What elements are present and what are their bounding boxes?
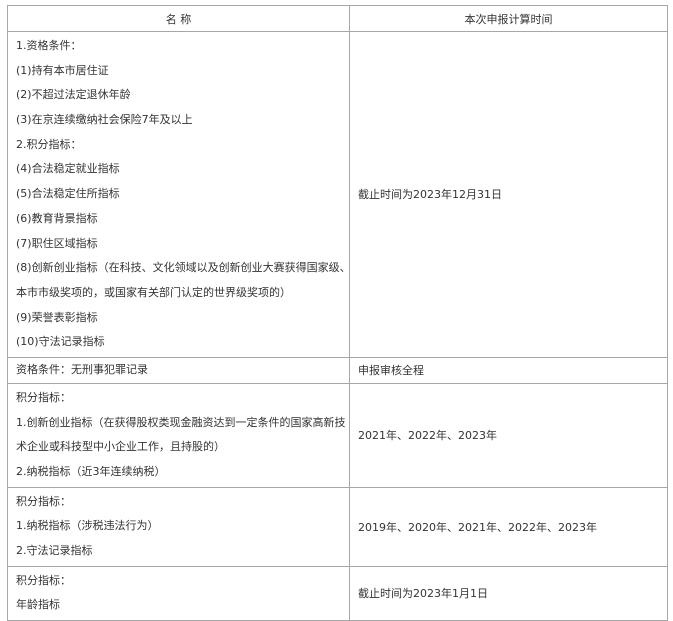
name-line: (2)不超过法定退休年龄 — [16, 88, 131, 102]
time-cell: 2019年、2020年、2021年、2022年、2023年 — [349, 486, 668, 567]
name-line: 1.资格条件： — [16, 39, 82, 52]
name-line: 2.守法记录指标 — [16, 544, 93, 558]
name-line: 术企业或科技型中小企业工作，且持股的） — [16, 440, 225, 454]
name-line: 积分指标： — [16, 573, 71, 587]
name-line: 本市市级奖项的，或国家有关部门认定的世界级奖项的） — [16, 285, 291, 299]
name-line: (8)创新创业指标（在科技、文化领域以及创新创业大赛获得国家级、 — [16, 261, 351, 275]
table-row: 积分指标： 1.创新创业指标（在获得股权类现金融资达到一定条件的国家高新技 术企… — [7, 382, 668, 488]
points-table: 名 称 本次申报计算时间 1.资格条件： (1)持有本市居住证 (2)不超过法定… — [7, 5, 668, 621]
time-cell: 2021年、2022年、2023年 — [349, 382, 668, 488]
name-line: 2.积分指标： — [16, 137, 82, 151]
name-line: 年龄指标 — [16, 598, 60, 612]
name-cell: 资格条件：无刑事犯罪记录 — [7, 356, 350, 384]
name-line: (4)合法稳定就业指标 — [16, 162, 120, 176]
name-line: 资格条件：无刑事犯罪记录 — [16, 363, 148, 377]
name-line: 积分指标： — [16, 390, 71, 404]
header-row: 名 称 本次申报计算时间 — [7, 5, 668, 32]
name-line: 1.纳税指标（涉税违法行为） — [16, 519, 159, 533]
time-cell: 截止时间为2023年12月31日 — [349, 31, 668, 358]
name-line: 积分指标： — [16, 494, 71, 508]
table-row: 积分指标： 1.纳税指标（涉税违法行为） 2.守法记录指标 2019年、2020… — [7, 486, 668, 567]
name-line: (10)守法记录指标 — [16, 335, 105, 349]
table-row: 积分指标： 年龄指标 截止时间为2023年1月1日 — [7, 565, 668, 621]
name-cell: 积分指标： 1.纳税指标（涉税违法行为） 2.守法记录指标 — [7, 486, 350, 567]
table-row: 1.资格条件： (1)持有本市居住证 (2)不超过法定退休年龄 (3)在京连续缴… — [7, 31, 668, 358]
name-line: (9)荣誉表彰指标 — [16, 310, 98, 324]
time-cell: 截止时间为2023年1月1日 — [349, 565, 668, 621]
name-line: (5)合法稳定住所指标 — [16, 187, 120, 201]
header-time: 本次申报计算时间 — [349, 5, 668, 32]
header-name: 名 称 — [7, 5, 350, 32]
name-cell: 积分指标： 1.创新创业指标（在获得股权类现金融资达到一定条件的国家高新技 术企… — [7, 382, 350, 488]
name-line: 1.创新创业指标（在获得股权类现金融资达到一定条件的国家高新技 — [16, 415, 346, 429]
time-cell: 申报审核全程 — [349, 356, 668, 384]
table-row: 资格条件：无刑事犯罪记录 申报审核全程 — [7, 356, 668, 384]
name-line: (3)在京连续缴纳社会保险7年及以上 — [16, 113, 193, 127]
name-line: (1)持有本市居住证 — [16, 63, 109, 77]
name-line: (6)教育背景指标 — [16, 211, 98, 225]
name-line: 2.纳税指标（近3年连续纳税） — [16, 465, 166, 478]
page: 名 称 本次申报计算时间 1.资格条件： (1)持有本市居住证 (2)不超过法定… — [0, 0, 673, 621]
name-cell: 积分指标： 年龄指标 — [7, 565, 350, 621]
name-cell: 1.资格条件： (1)持有本市居住证 (2)不超过法定退休年龄 (3)在京连续缴… — [7, 31, 351, 358]
name-line: (7)职住区域指标 — [16, 236, 98, 250]
